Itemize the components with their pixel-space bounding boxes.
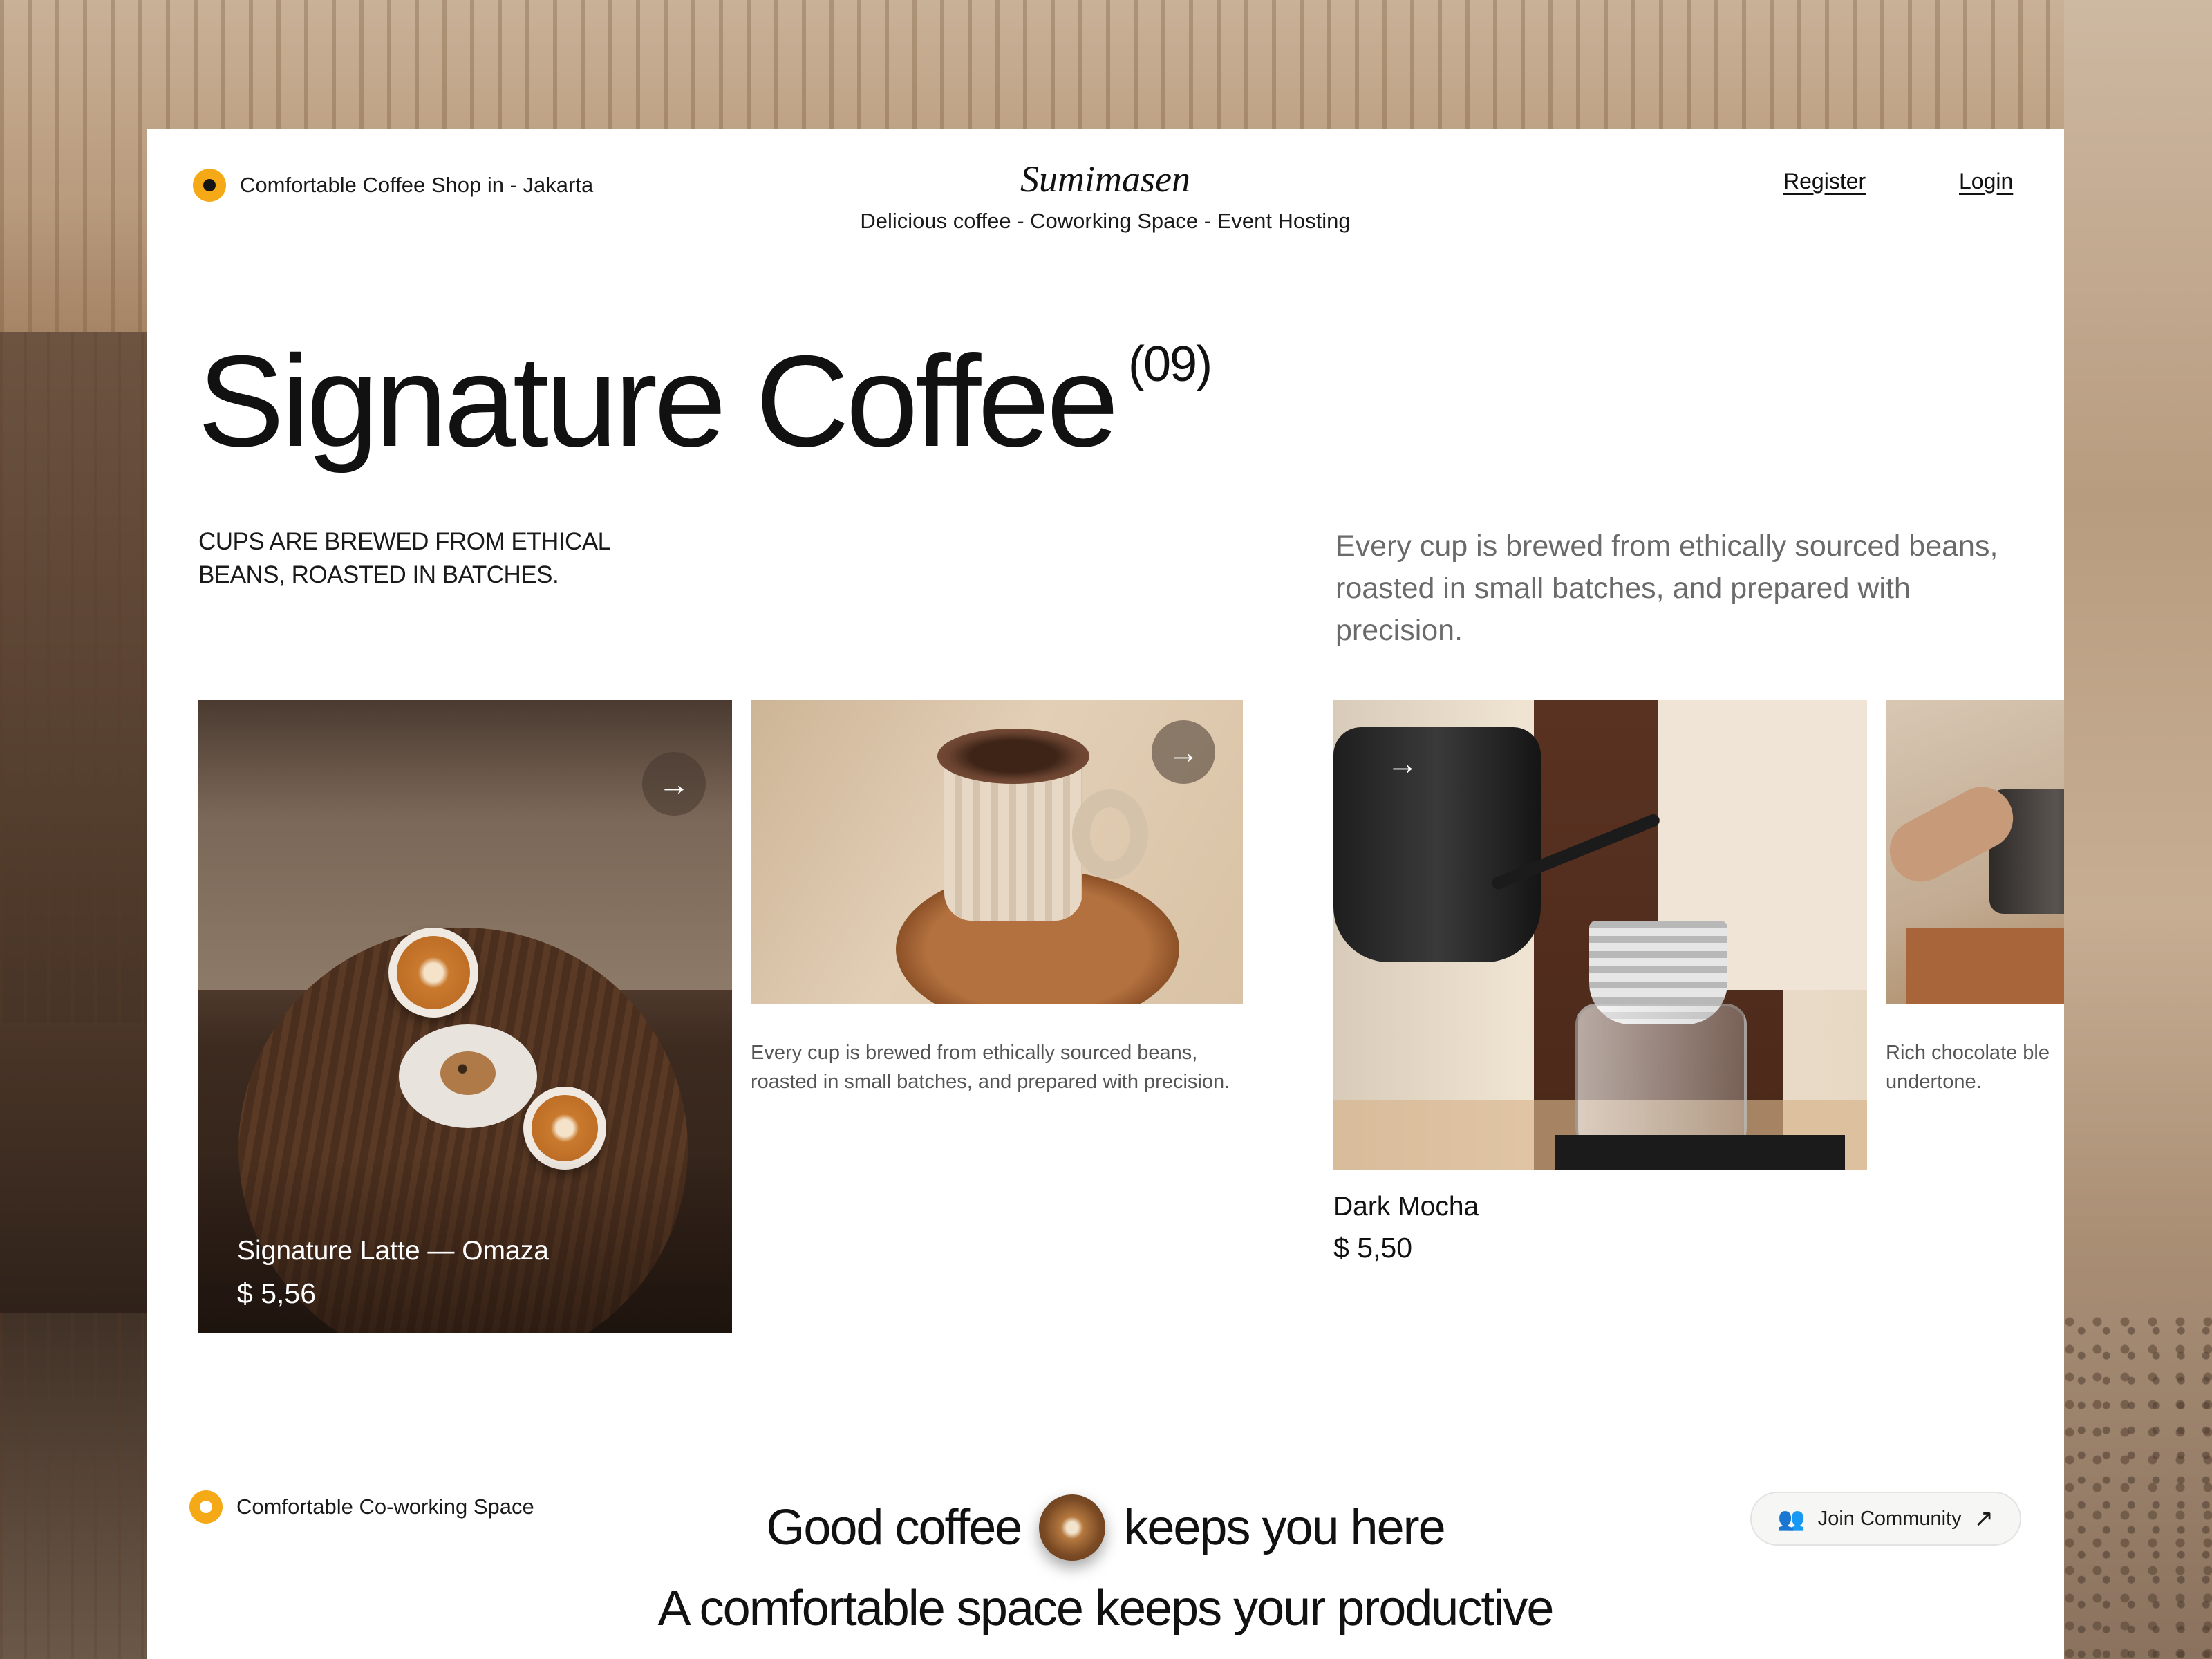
brand-logo[interactable]: Sumimasen — [147, 160, 2064, 198]
product-description: Every cup is brewed from ethically sourc… — [751, 1042, 1230, 1093]
product-price: $ 5,50 — [1333, 1232, 1412, 1264]
arrow-right-icon[interactable]: → — [642, 752, 706, 816]
product-card-latte[interactable]: → Signature Latte — Omaza $ 5,56 — [198, 700, 732, 1333]
register-link[interactable]: Register — [1783, 169, 1866, 194]
product-card-chocolate[interactable]: → — [751, 700, 1243, 1004]
caps-intro: CUPS ARE BREWED FROM ETHICAL BEANS, ROAS… — [198, 525, 682, 592]
caps-line-2: BEANS, ROASTED IN BATCHES. — [198, 561, 559, 588]
page-card: Comfortable Coffee Shop in - Jakarta Sum… — [147, 129, 2064, 1659]
page-title: Signature Coffee — [198, 328, 1119, 474]
join-community-button[interactable]: 👥 Join Community ↗ — [1750, 1492, 2021, 1546]
item-count: (09) — [1128, 337, 1212, 392]
brand: Sumimasen Delicious coffee - Coworking S… — [147, 160, 2064, 234]
left-interior — [0, 332, 147, 1659]
login-link[interactable]: Login — [1959, 169, 2013, 194]
arrow-right-icon[interactable]: → — [1371, 731, 1434, 795]
caps-line-1: CUPS ARE BREWED FROM ETHICAL — [198, 528, 611, 555]
join-community-label: Join Community — [1817, 1507, 1962, 1530]
product-card-iced[interactable] — [1886, 700, 2064, 1004]
product-card-dark-mocha[interactable]: → — [1333, 700, 1867, 1170]
right-stone — [2064, 1313, 2212, 1659]
product-name: Signature Latte — Omaza — [237, 1236, 549, 1266]
left-bench — [0, 1023, 147, 1313]
arrow-right-icon[interactable]: → — [1152, 720, 1215, 784]
lead-paragraph: Every cup is brewed from ethically sourc… — [1335, 529, 1998, 647]
arrow-up-right-icon: ↗ — [1974, 1506, 1994, 1532]
slogan-text-1: Good coffee — [766, 1500, 1022, 1555]
brand-tagline: Delicious coffee - Coworking Space - Eve… — [860, 209, 1351, 233]
latte-art-icon — [1039, 1494, 1106, 1561]
product-description: Rich chocolate ble undertone. — [1886, 1042, 2050, 1093]
slogan-line-2: A comfortable space keeps your productiv… — [657, 1581, 1555, 1636]
iced-drink-photo — [1886, 700, 2064, 1004]
slogan-text-2: keeps you here — [1123, 1500, 1445, 1555]
people-icon: 👥 — [1777, 1506, 1806, 1531]
product-price: $ 5,56 — [237, 1277, 316, 1309]
product-name: Dark Mocha — [1333, 1192, 1479, 1221]
